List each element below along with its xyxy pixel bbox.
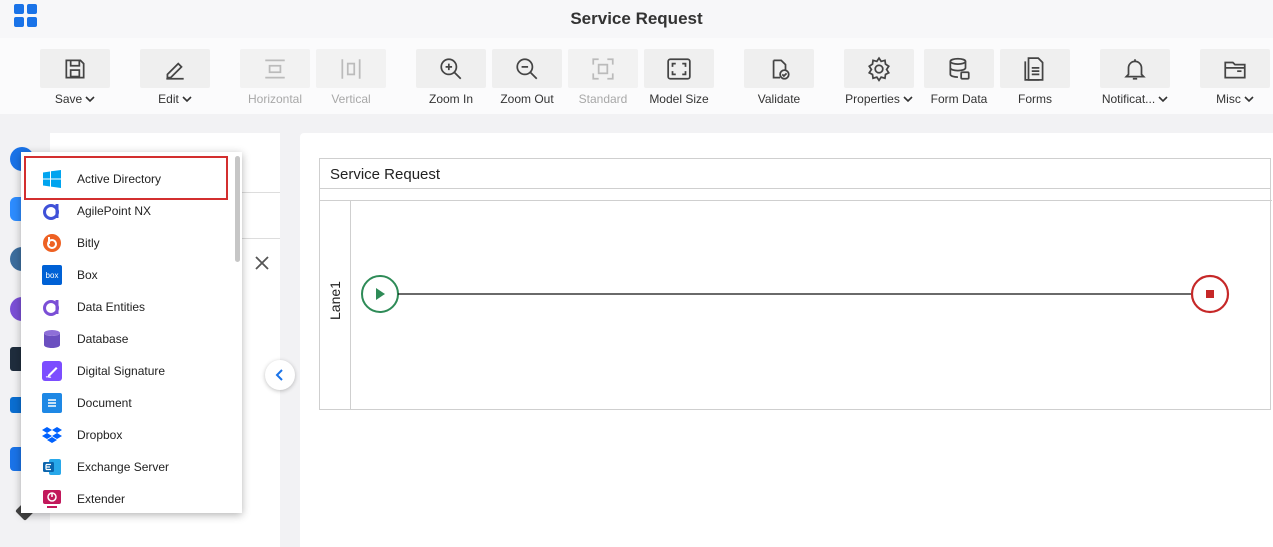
list-item-bitly[interactable]: Bitly bbox=[21, 227, 233, 259]
extender-icon bbox=[42, 489, 62, 509]
notifications-button[interactable]: Notificat... bbox=[1100, 49, 1170, 111]
forms-icon bbox=[1024, 56, 1044, 81]
list-item-label: Document bbox=[77, 396, 132, 410]
misc-button[interactable]: Misc bbox=[1200, 49, 1270, 111]
fit-screen-icon bbox=[667, 57, 691, 80]
list-item-label: Bitly bbox=[77, 236, 100, 250]
list-item-label: Database bbox=[77, 332, 129, 346]
vertical-label: Vertical bbox=[331, 92, 371, 106]
forms-label: Forms bbox=[1018, 92, 1052, 106]
zoom-out-icon bbox=[516, 57, 538, 79]
list-item-document[interactable]: Document bbox=[21, 387, 233, 419]
flow-diagram bbox=[361, 274, 1230, 314]
model-size-label: Model Size bbox=[649, 92, 709, 106]
title-bar: Service Request bbox=[0, 0, 1273, 38]
chevron-down-icon bbox=[903, 96, 913, 103]
zoom-out-button[interactable]: Zoom Out bbox=[492, 49, 562, 111]
list-item-label: Box bbox=[77, 268, 98, 282]
activity-category-dropdown[interactable]: Active Directory AgilePoint NX Bitly box… bbox=[21, 152, 242, 513]
list-item-box[interactable]: box Box bbox=[21, 259, 233, 291]
chevron-down-icon bbox=[1158, 96, 1168, 103]
save-button[interactable]: Save bbox=[40, 49, 110, 111]
zoom-in-icon bbox=[440, 57, 462, 79]
standard-label: Standard bbox=[578, 92, 628, 106]
database-icon bbox=[42, 329, 62, 349]
zoom-out-label: Zoom Out bbox=[500, 92, 554, 106]
scrollbar[interactable] bbox=[234, 152, 242, 513]
horizontal-button[interactable]: Horizontal bbox=[240, 49, 310, 111]
validate-label: Validate bbox=[757, 92, 801, 106]
properties-label: Properties bbox=[845, 92, 900, 106]
bell-icon bbox=[1124, 58, 1146, 80]
gear-icon bbox=[867, 56, 891, 82]
standard-button[interactable]: Standard bbox=[568, 49, 638, 111]
standard-size-icon bbox=[592, 57, 614, 80]
list-item-database[interactable]: Database bbox=[21, 323, 233, 355]
properties-button[interactable]: Properties bbox=[844, 49, 914, 111]
list-item-label: Exchange Server bbox=[77, 460, 170, 474]
panel-divider bbox=[240, 238, 280, 239]
list-item-extender[interactable]: Extender bbox=[21, 483, 233, 513]
horizontal-layout-icon bbox=[265, 58, 285, 79]
data-entities-icon bbox=[42, 297, 62, 317]
pool[interactable]: Service Request Lane1 bbox=[319, 158, 1272, 410]
digital-signature-icon bbox=[42, 361, 62, 381]
list-item-exchange-server[interactable]: Exchange Server bbox=[21, 451, 233, 483]
forms-button[interactable]: Forms bbox=[1000, 49, 1070, 111]
list-item-label: AgilePoint NX bbox=[77, 204, 152, 218]
save-label: Save bbox=[54, 92, 83, 106]
agilepoint-icon bbox=[42, 201, 62, 221]
exchange-icon bbox=[42, 457, 62, 477]
dropbox-icon bbox=[42, 425, 62, 445]
list-item-active-directory[interactable]: Active Directory bbox=[21, 163, 233, 195]
start-event[interactable] bbox=[361, 275, 399, 313]
list-item-label: Digital Signature bbox=[77, 364, 166, 378]
windows-icon bbox=[42, 169, 62, 189]
edit-label: Edit bbox=[158, 92, 179, 106]
misc-label: Misc bbox=[1216, 92, 1241, 106]
list-item-label: Extender bbox=[77, 492, 126, 506]
collapse-panel-button[interactable] bbox=[265, 360, 295, 390]
list-item-data-entities[interactable]: Data Entities bbox=[21, 291, 233, 323]
bitly-icon bbox=[42, 233, 62, 253]
form-data-button[interactable]: Form Data bbox=[924, 49, 994, 111]
chevron-down-icon bbox=[1244, 96, 1254, 103]
page-title: Service Request bbox=[570, 9, 703, 28]
model-size-button[interactable]: Model Size bbox=[644, 49, 714, 111]
close-icon[interactable] bbox=[253, 254, 271, 272]
notifications-label: Notificat... bbox=[1101, 92, 1156, 106]
vertical-layout-icon bbox=[341, 58, 361, 79]
chevron-left-icon bbox=[275, 369, 283, 381]
zoom-in-label: Zoom In bbox=[428, 92, 473, 106]
list-item-agilepoint-nx[interactable]: AgilePoint NX bbox=[21, 195, 233, 227]
list-item-label: Active Directory bbox=[77, 172, 162, 186]
validate-button[interactable]: Validate bbox=[744, 49, 814, 111]
edit-button[interactable]: Edit bbox=[140, 49, 210, 111]
database-icon bbox=[949, 57, 970, 80]
svg-text:box: box bbox=[46, 271, 59, 280]
list-item-dropbox[interactable]: Dropbox bbox=[21, 419, 233, 451]
scrollbar-thumb[interactable] bbox=[235, 156, 240, 262]
toolbar: Save Edit Horizontal Vertical Zoom In Zo… bbox=[0, 38, 1273, 114]
validate-icon bbox=[772, 58, 790, 80]
horizontal-label: Horizontal bbox=[247, 92, 303, 106]
folder-icon bbox=[1224, 61, 1246, 79]
panel-divider bbox=[240, 192, 280, 193]
vertical-button[interactable]: Vertical bbox=[316, 49, 386, 111]
end-event[interactable] bbox=[1190, 274, 1230, 314]
list-item-digital-signature[interactable]: Digital Signature bbox=[21, 355, 233, 387]
list-item-label: Data Entities bbox=[77, 300, 146, 314]
list-item-label: Dropbox bbox=[77, 428, 123, 442]
document-icon bbox=[42, 393, 62, 413]
chevron-down-icon bbox=[182, 96, 192, 103]
save-icon bbox=[65, 58, 85, 79]
zoom-in-button[interactable]: Zoom In bbox=[416, 49, 486, 111]
box-icon: box bbox=[42, 265, 62, 285]
chevron-down-icon bbox=[85, 96, 95, 103]
pencil-icon bbox=[166, 61, 184, 80]
form-data-label: Form Data bbox=[930, 92, 988, 106]
